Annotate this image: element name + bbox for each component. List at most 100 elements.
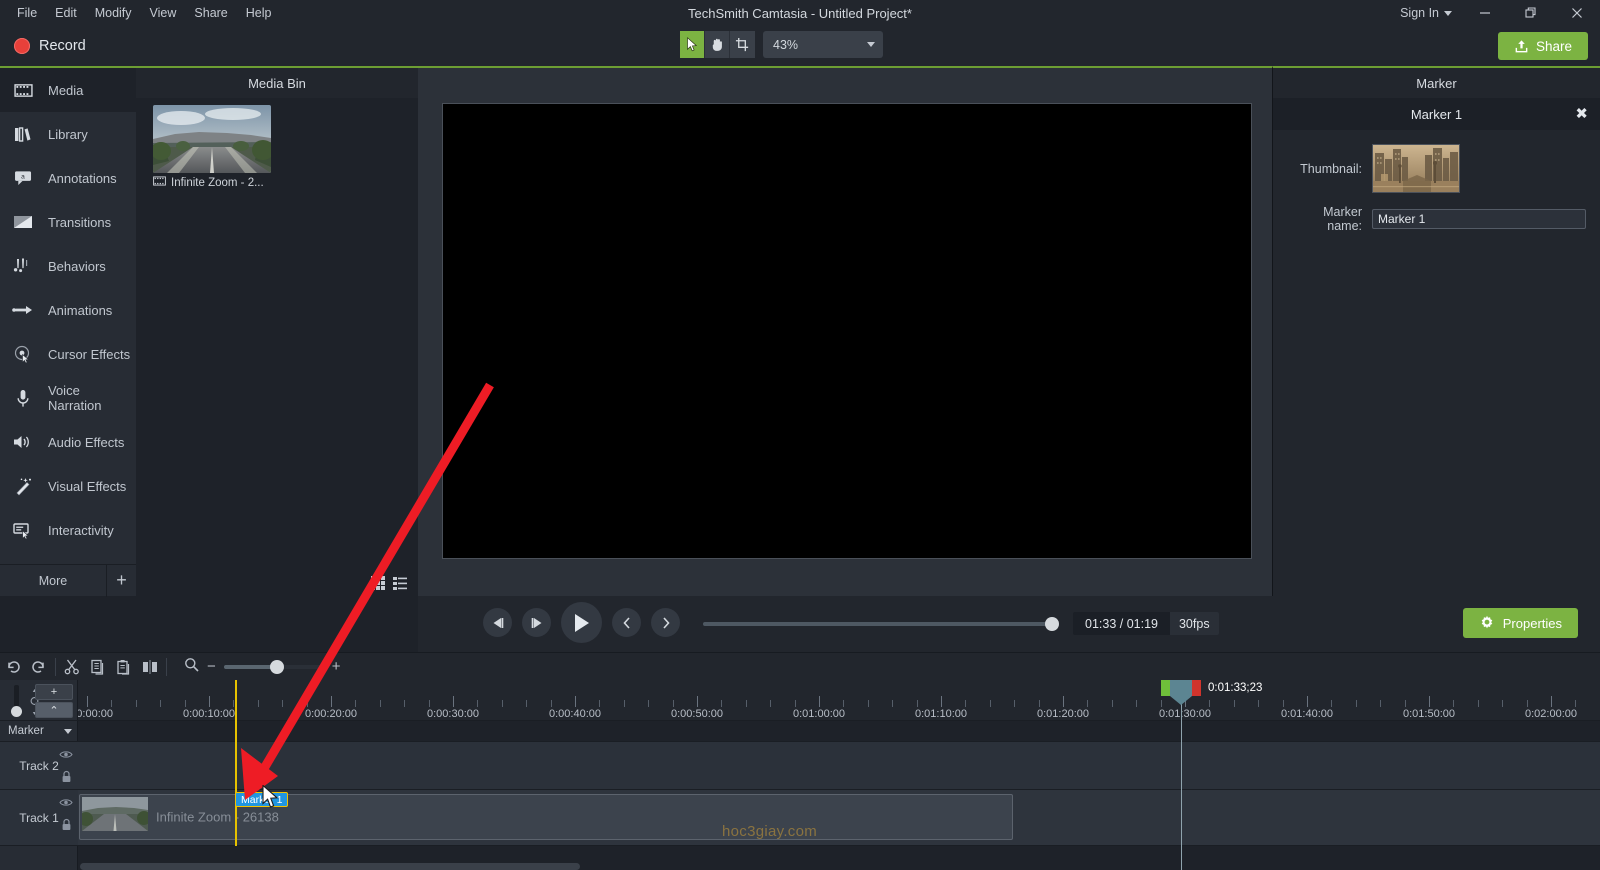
sidebar-item-transitions[interactable]: Transitions (0, 200, 136, 244)
marker-track-label: Marker (8, 725, 44, 737)
sidebar-item-audio-effects[interactable]: Audio Effects (0, 420, 136, 464)
track-lane-1[interactable]: Infinite Zoom - 26138 (78, 790, 1600, 846)
marker-panel-body: Thumbnail: Marker name: Marker 1 (1273, 130, 1600, 233)
marker-badge[interactable]: Marker 1 (235, 792, 289, 807)
media-thumbnail[interactable] (153, 105, 271, 173)
lock-icon[interactable] (61, 770, 72, 786)
menu-share[interactable]: Share (185, 2, 236, 24)
sidebar-item-interactivity[interactable]: Interactivity (0, 508, 136, 552)
undo-button[interactable] (0, 654, 26, 680)
sidebar-item-visual-effects[interactable]: Visual Effects (0, 464, 136, 508)
minimize-button[interactable] (1462, 0, 1508, 26)
sidebar-item-animations[interactable]: Animations (0, 288, 136, 332)
zoom-slider-handle[interactable] (269, 659, 284, 674)
close-button[interactable] (1554, 0, 1600, 26)
sidebar-item-voice-narration[interactable]: Voice Narration (0, 376, 136, 420)
sidebar-item-media[interactable]: Media (0, 68, 136, 112)
lock-icon[interactable] (61, 818, 72, 834)
sidebar-item-behaviors[interactable]: Behaviors (0, 244, 136, 288)
previous-frame-button[interactable] (483, 608, 512, 637)
sign-in-button[interactable]: Sign In (1390, 6, 1462, 20)
scissors-icon (64, 659, 79, 674)
thumbnail-view-icon[interactable] (370, 575, 386, 591)
sidebar-item-annotations[interactable]: a Annotations (0, 156, 136, 200)
close-icon[interactable]: ✖ (1575, 107, 1588, 122)
timeline-horizontal-scrollbar[interactable] (80, 863, 580, 870)
collapse-tracks-button[interactable]: ⌃ (35, 702, 73, 718)
select-tool-button[interactable] (680, 31, 705, 58)
scrubber-handle[interactable] (1045, 617, 1059, 631)
media-bin-item[interactable]: Infinite Zoom - 2... (153, 105, 271, 189)
paste-icon (117, 659, 130, 675)
add-track-button[interactable]: + (35, 684, 73, 700)
sidebar-item-library[interactable]: Library (0, 112, 136, 156)
eye-icon[interactable] (59, 748, 73, 762)
behaviors-icon (12, 255, 34, 277)
main-toolbar: Record 43% Share (0, 26, 1600, 66)
sidebar-add-button[interactable]: + (106, 564, 136, 597)
film-strip-icon (153, 176, 166, 189)
marker-lane[interactable] (78, 720, 1600, 742)
gear-icon (1481, 615, 1493, 629)
record-button[interactable]: Record (0, 26, 100, 66)
sidebar-more-button[interactable]: More (0, 574, 106, 588)
canvas-zoom-select[interactable]: 43% (763, 31, 883, 58)
sidebar-label-library: Library (48, 126, 88, 142)
menu-help[interactable]: Help (237, 2, 281, 24)
paste-button[interactable] (111, 654, 137, 680)
properties-button[interactable]: Properties (1462, 608, 1578, 638)
ruler-label: 0:01:40:00 (1281, 708, 1333, 720)
copy-button[interactable] (85, 654, 111, 680)
ruler-tick-minor (794, 700, 796, 707)
menu-edit[interactable]: Edit (46, 2, 86, 24)
list-view-icon[interactable] (392, 575, 408, 591)
zoom-out-button[interactable]: − (207, 658, 216, 675)
zoom-in-button[interactable]: + (332, 658, 341, 675)
out-point-marker[interactable] (1192, 680, 1201, 696)
fps-display[interactable]: 30fps (1169, 612, 1219, 635)
timeline-zoom-slider[interactable] (223, 659, 324, 674)
next-marker-button[interactable] (651, 608, 680, 637)
marker-track-header[interactable]: Marker (0, 720, 78, 742)
timeline-ruler[interactable]: 0:00:00:00 0:00:10:00 0:00:20:00 0:00:30:00… (78, 680, 1600, 720)
preview-canvas[interactable] (442, 103, 1252, 559)
playback-scrubber[interactable] (703, 617, 1059, 631)
menu-file[interactable]: File (8, 2, 46, 24)
menu-modify[interactable]: Modify (86, 2, 141, 24)
marker-name-input[interactable] (1372, 209, 1586, 229)
redo-button[interactable] (26, 654, 52, 680)
crop-tool-button[interactable] (730, 31, 755, 58)
share-button[interactable]: Share (1497, 32, 1588, 60)
ruler-label: 0:01:10:00 (915, 708, 967, 720)
track-header-track-1[interactable]: Track 1 (0, 790, 78, 846)
ruler-tick-major (1307, 696, 1308, 707)
in-point-marker[interactable] (1161, 680, 1170, 696)
ruler-tick-minor (1502, 700, 1504, 707)
timeline-zoom-control: − + (184, 657, 341, 677)
eye-icon[interactable] (59, 796, 73, 810)
ruler-tick-minor (1160, 700, 1162, 707)
track-header-track-2[interactable]: Track 2 (0, 742, 78, 790)
hand-tool-button[interactable] (705, 31, 730, 58)
track-height-handle[interactable] (11, 706, 22, 717)
maximize-button[interactable] (1508, 0, 1554, 26)
next-frame-button[interactable] (522, 608, 551, 637)
previous-marker-button[interactable] (612, 608, 641, 637)
playhead-handle[interactable]: 0:01:33;23 (1161, 680, 1262, 705)
transport-bar: 01:33 / 01:19 30fps Properties (418, 596, 1600, 652)
next-frame-icon (531, 617, 541, 628)
ruler-tick-major (697, 696, 698, 707)
chevron-down-icon[interactable] (64, 728, 72, 734)
split-button[interactable] (137, 654, 163, 680)
ruler-tick-minor (623, 700, 625, 707)
play-button[interactable] (561, 602, 602, 643)
time-display: 01:33 / 01:19 30fps (1073, 612, 1219, 635)
magnifier-icon[interactable] (184, 657, 199, 677)
playhead-body[interactable] (1170, 680, 1192, 705)
track-lane-2[interactable] (78, 742, 1600, 790)
sidebar-item-cursor-effects[interactable]: Cursor Effects (0, 332, 136, 376)
cut-button[interactable] (59, 654, 85, 680)
menu-view[interactable]: View (141, 2, 186, 24)
timeline-canvas[interactable]: 0:00:00:00 0:00:10:00 0:00:20:00 0:00:30:00… (78, 680, 1600, 870)
timeline-clip[interactable]: Infinite Zoom - 26138 (79, 794, 1013, 840)
